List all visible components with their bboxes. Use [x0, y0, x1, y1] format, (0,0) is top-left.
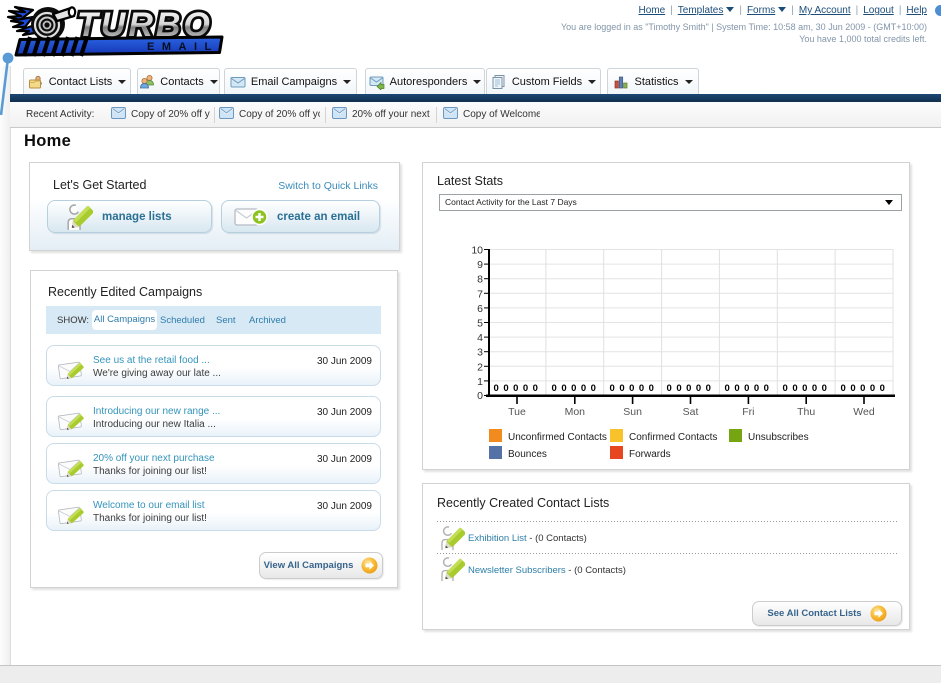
svg-text:10: 10 [471, 245, 483, 257]
svg-text:Forwards: Forwards [629, 449, 671, 460]
svg-text:00000: 00000 [552, 383, 601, 394]
svg-text:Bounces: Bounces [508, 449, 547, 460]
svg-text:4: 4 [477, 332, 483, 344]
svg-text:00000: 00000 [783, 383, 832, 394]
svg-text:00000: 00000 [494, 383, 543, 394]
svg-text:3: 3 [477, 347, 483, 359]
svg-text:9: 9 [477, 259, 483, 271]
svg-text:1: 1 [477, 376, 483, 388]
svg-text:Sat: Sat [683, 406, 699, 418]
svg-text:Unconfirmed Contacts: Unconfirmed Contacts [508, 432, 607, 443]
svg-text:EMAIL: EMAIL [147, 41, 219, 53]
svg-text:8: 8 [477, 274, 483, 286]
svg-text:0: 0 [477, 390, 483, 402]
svg-text:Fri: Fri [742, 406, 754, 418]
svg-text:Sun: Sun [623, 406, 642, 418]
svg-text:Confirmed Contacts: Confirmed Contacts [629, 432, 717, 443]
svg-text:00000: 00000 [610, 383, 659, 394]
svg-text:00000: 00000 [725, 383, 774, 394]
svg-text:00000: 00000 [841, 383, 890, 394]
svg-text:7: 7 [477, 288, 483, 300]
svg-text:Mon: Mon [565, 406, 586, 418]
svg-text:Thu: Thu [797, 406, 815, 418]
svg-text:00000: 00000 [667, 383, 716, 394]
svg-text:Wed: Wed [853, 406, 875, 418]
svg-text:2: 2 [477, 361, 483, 373]
svg-text:5: 5 [477, 318, 483, 330]
svg-text:6: 6 [477, 303, 483, 315]
svg-text:Unsubscribes: Unsubscribes [748, 432, 809, 443]
svg-text:Tue: Tue [508, 406, 526, 418]
